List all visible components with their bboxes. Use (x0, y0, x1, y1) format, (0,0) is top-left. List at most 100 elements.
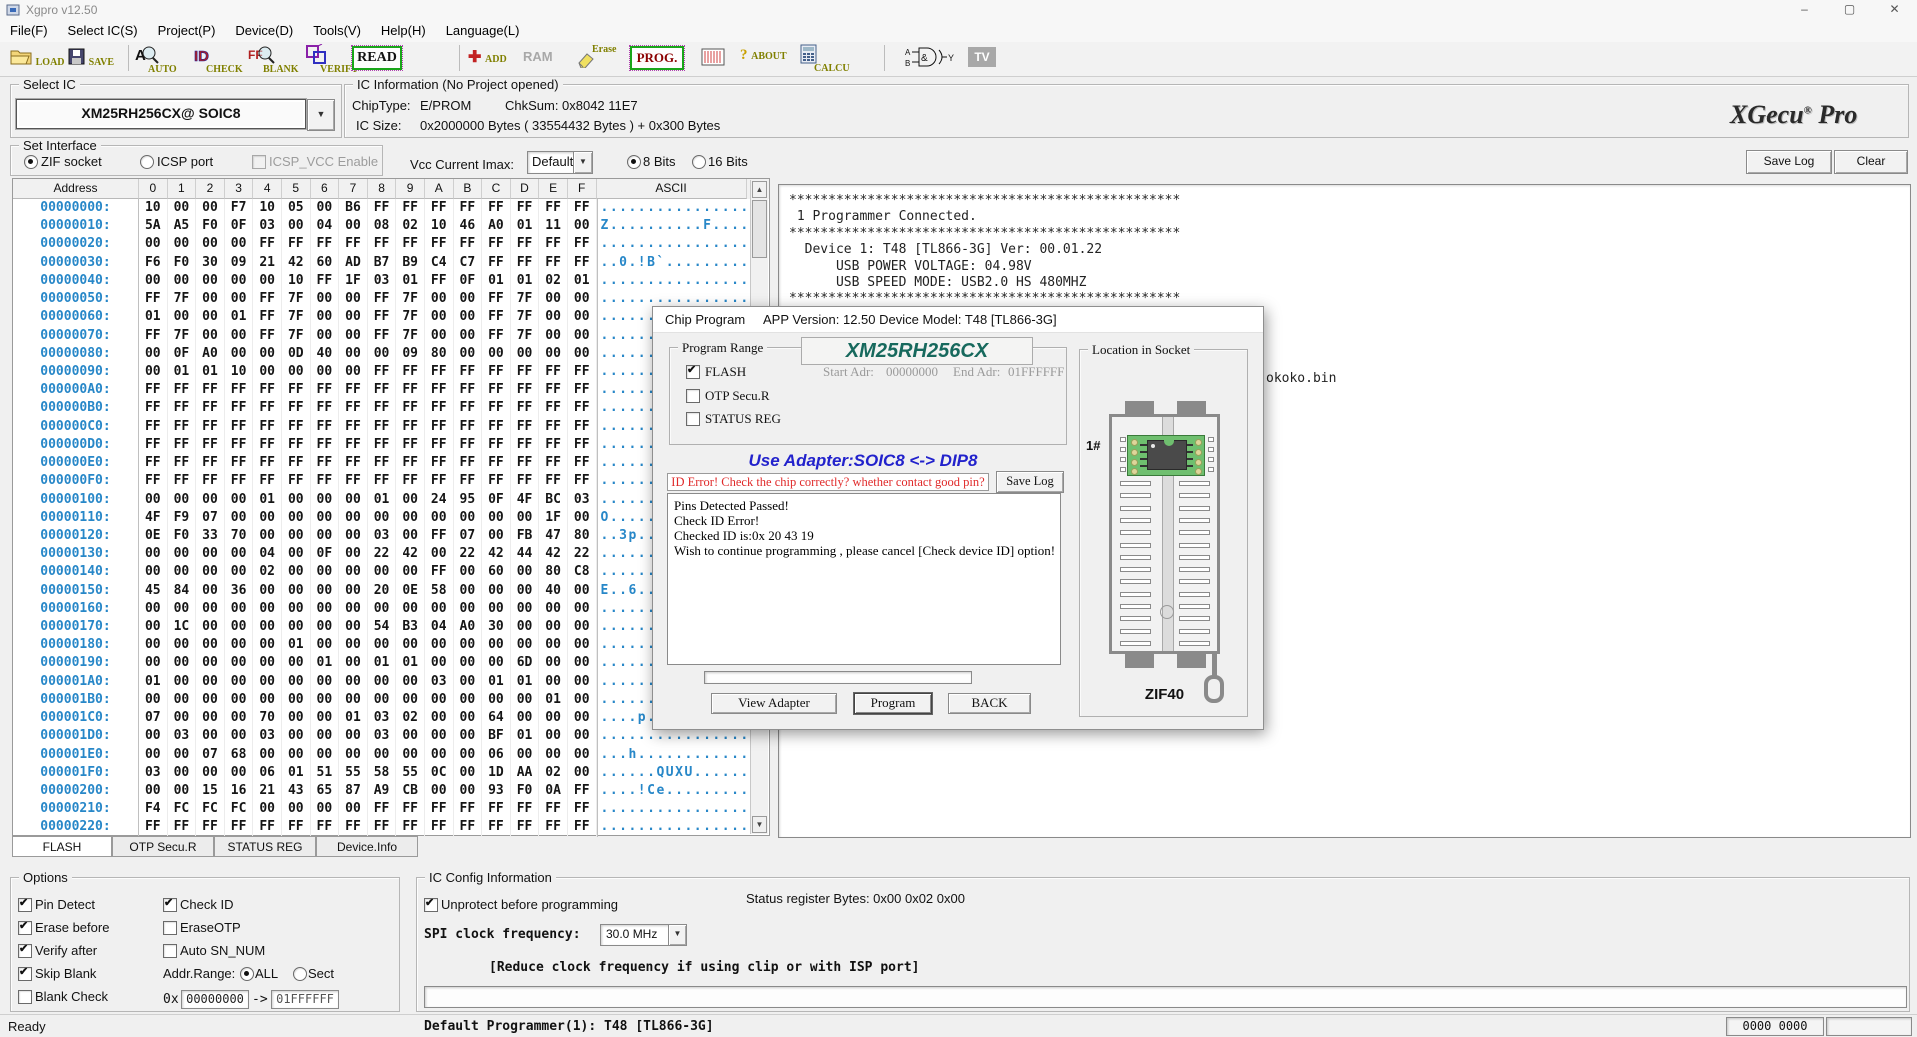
hex-byte-cell[interactable]: FF (425, 563, 454, 581)
hex-byte-cell[interactable]: 00 (368, 691, 397, 709)
hex-byte-cell[interactable]: 00 (139, 345, 168, 363)
hex-byte-cell[interactable]: 0D (282, 345, 311, 363)
hex-byte-cell[interactable]: 00 (396, 509, 425, 527)
hex-byte-cell[interactable]: 00 (196, 563, 225, 581)
hex-byte-cell[interactable]: 00 (168, 308, 197, 326)
hex-byte-cell[interactable]: 00 (339, 746, 368, 764)
hex-byte-cell[interactable]: 00 (568, 308, 597, 326)
hex-byte-cell[interactable]: 30 (196, 254, 225, 272)
hex-byte-cell[interactable]: FF (368, 308, 397, 326)
hex-byte-cell[interactable]: 00 (425, 654, 454, 672)
hex-byte-cell[interactable]: 00 (196, 709, 225, 727)
hex-byte-cell[interactable]: FF (454, 199, 483, 217)
hex-byte-cell[interactable]: 01 (482, 673, 511, 691)
hex-byte-cell[interactable]: 01 (396, 654, 425, 672)
hex-byte-cell[interactable]: 00 (568, 691, 597, 709)
hex-byte-cell[interactable]: FF (511, 472, 540, 490)
hex-byte-cell[interactable]: 00 (139, 618, 168, 636)
hex-byte-cell[interactable]: FF (168, 399, 197, 417)
read-button[interactable]: READ (352, 46, 402, 70)
prog-button[interactable]: PROG. (630, 46, 684, 70)
back-button[interactable]: BACK (948, 693, 1031, 714)
icsp-port-radio[interactable] (140, 155, 154, 169)
hex-byte-cell[interactable]: 00 (311, 563, 340, 581)
hex-byte-cell[interactable]: 00 (425, 727, 454, 745)
hex-byte-cell[interactable]: 00 (539, 727, 568, 745)
hex-byte-cell[interactable]: 00 (225, 636, 254, 654)
hex-byte-cell[interactable]: 03 (253, 727, 282, 745)
hex-byte-cell[interactable]: 00 (196, 654, 225, 672)
hex-byte-cell[interactable]: FF (253, 454, 282, 472)
hex-byte-cell[interactable]: FF (339, 399, 368, 417)
hex-byte-cell[interactable]: FF (568, 235, 597, 253)
tab-flash[interactable]: FLASH (12, 836, 112, 857)
hex-byte-cell[interactable]: 00 (539, 746, 568, 764)
hex-byte-cell[interactable]: 00 (339, 527, 368, 545)
hex-byte-cell[interactable]: 7F (396, 308, 425, 326)
hex-byte-cell[interactable]: 00 (568, 217, 597, 235)
hex-byte-cell[interactable]: FF (139, 454, 168, 472)
hex-byte-cell[interactable]: 01 (168, 363, 197, 381)
hex-byte-cell[interactable]: 00 (225, 618, 254, 636)
hex-byte-cell[interactable]: 00 (168, 545, 197, 563)
hex-byte-cell[interactable]: 00 (225, 235, 254, 253)
hex-byte-cell[interactable]: 00 (311, 491, 340, 509)
hex-byte-cell[interactable]: FF (568, 800, 597, 818)
hex-byte-cell[interactable]: C8 (568, 563, 597, 581)
hex-byte-cell[interactable]: B9 (396, 254, 425, 272)
hex-byte-cell[interactable]: FF (139, 381, 168, 399)
hex-byte-cell[interactable]: 22 (568, 545, 597, 563)
hex-byte-cell[interactable]: 00 (339, 545, 368, 563)
hex-byte-cell[interactable]: FF (368, 472, 397, 490)
hex-byte-cell[interactable]: 00 (253, 509, 282, 527)
hex-byte-cell[interactable]: 00 (253, 363, 282, 381)
hex-byte-cell[interactable]: FF (454, 436, 483, 454)
hex-byte-cell[interactable]: 70 (253, 709, 282, 727)
hex-byte-cell[interactable]: 07 (454, 527, 483, 545)
hex-byte-cell[interactable]: 00 (396, 673, 425, 691)
hex-byte-cell[interactable]: 00 (425, 709, 454, 727)
hex-byte-cell[interactable]: 00 (282, 709, 311, 727)
hex-byte-cell[interactable]: FF (339, 472, 368, 490)
hex-byte-cell[interactable]: 80 (425, 345, 454, 363)
hex-byte-cell[interactable]: 24 (425, 491, 454, 509)
hex-byte-cell[interactable]: 00 (396, 527, 425, 545)
hex-byte-cell[interactable]: 00 (368, 636, 397, 654)
hex-byte-cell[interactable]: FF (568, 818, 597, 836)
hex-byte-cell[interactable]: 0E (139, 527, 168, 545)
hex-byte-cell[interactable]: FF (425, 800, 454, 818)
hex-byte-cell[interactable]: 00 (482, 600, 511, 618)
hex-ascii-cell[interactable]: ....!Ce......... (597, 782, 747, 800)
hex-byte-cell[interactable]: FF (425, 527, 454, 545)
hex-byte-cell[interactable]: C7 (454, 254, 483, 272)
hex-byte-cell[interactable]: FF (482, 308, 511, 326)
hex-byte-cell[interactable]: 80 (568, 527, 597, 545)
hex-byte-cell[interactable]: FF (396, 381, 425, 399)
hex-byte-cell[interactable]: 10 (282, 272, 311, 290)
hex-byte-cell[interactable]: 00 (311, 691, 340, 709)
hex-byte-cell[interactable]: 7F (511, 308, 540, 326)
hex-byte-cell[interactable]: 00 (168, 746, 197, 764)
hex-ascii-cell[interactable]: ................ (597, 800, 747, 818)
hex-byte-cell[interactable]: FF (482, 290, 511, 308)
hex-byte-cell[interactable]: FF (225, 399, 254, 417)
hex-byte-cell[interactable]: 00 (311, 727, 340, 745)
hex-byte-cell[interactable]: 01 (139, 673, 168, 691)
hex-byte-cell[interactable]: FF (225, 436, 254, 454)
hex-byte-cell[interactable]: 09 (396, 345, 425, 363)
hex-byte-cell[interactable]: FF (482, 418, 511, 436)
hex-byte-cell[interactable]: 00 (396, 691, 425, 709)
otp-range-checkbox[interactable] (686, 389, 700, 403)
hex-byte-cell[interactable]: 00 (225, 545, 254, 563)
hex-byte-cell[interactable]: FF (396, 235, 425, 253)
hex-byte-cell[interactable]: 00 (196, 673, 225, 691)
hex-byte-cell[interactable]: FF (511, 235, 540, 253)
hex-byte-cell[interactable]: 40 (311, 345, 340, 363)
hex-byte-cell[interactable]: 00 (168, 782, 197, 800)
hex-byte-cell[interactable]: 0F (454, 272, 483, 290)
hex-byte-cell[interactable]: 00 (482, 345, 511, 363)
hex-byte-cell[interactable]: 00 (168, 563, 197, 581)
hex-byte-cell[interactable]: 00 (425, 509, 454, 527)
hex-byte-cell[interactable]: 00 (568, 345, 597, 363)
hex-byte-cell[interactable]: 43 (282, 782, 311, 800)
